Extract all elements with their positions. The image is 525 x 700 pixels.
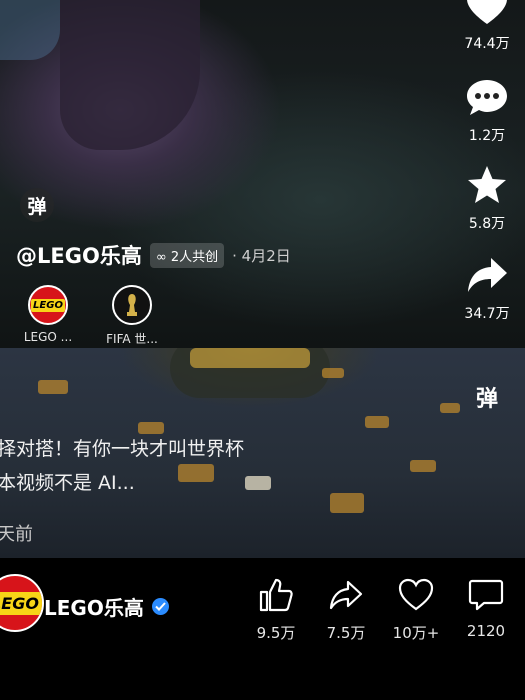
share-arrow-icon	[329, 580, 363, 610]
like-button[interactable]: 9.5万	[246, 578, 306, 643]
lego-piece	[440, 403, 460, 413]
comment-count: 1.2万	[468, 128, 506, 144]
video-caption: 择对搭！有你一块才叫世界杯	[0, 438, 245, 460]
favorite-button[interactable]: 10万+	[386, 578, 446, 643]
heart-outline-icon	[398, 578, 434, 611]
author-name[interactable]: @LEGO乐高	[16, 240, 142, 270]
profile-name-line[interactable]: LEGO乐高	[44, 592, 169, 621]
date-separator: ·	[232, 246, 237, 265]
verified-icon	[151, 598, 169, 615]
collaborator-lego[interactable]: LEGO LEGO ...	[18, 285, 78, 347]
top-video[interactable]: 弹 @LEGO乐高 ∞ 2人共创 · 4月2日 LEGO LEGO ... FI…	[0, 0, 525, 348]
share-button[interactable]: 7.5万	[316, 578, 376, 643]
comment-button[interactable]: 1.2万	[461, 78, 513, 145]
share-button[interactable]: 34.7万	[461, 256, 513, 323]
cocreate-badge[interactable]: ∞ 2人共创	[149, 242, 225, 268]
like-count: 9.5万	[256, 624, 296, 642]
lego-logo-text: LEGO	[0, 591, 42, 615]
share-count: 7.5万	[326, 624, 366, 642]
infinity-icon: ∞	[155, 249, 167, 265]
profile-name: LEGO乐高	[44, 596, 144, 620]
favorite-button[interactable]: 5.8万	[461, 164, 513, 233]
danmu-toggle-button[interactable]: 弹	[20, 188, 54, 222]
post-time: 天前	[0, 524, 33, 545]
heart-icon	[467, 0, 507, 24]
lego-piece	[178, 464, 214, 482]
lego-piece	[138, 422, 164, 434]
lego-piece	[365, 416, 389, 428]
comment-outline-icon	[468, 579, 504, 611]
fifa-trophy-icon	[112, 285, 152, 325]
thumbs-up-icon	[259, 578, 293, 612]
like-count: 74.4万	[464, 36, 510, 52]
lego-piece	[245, 476, 271, 490]
favorite-count: 10万+	[392, 624, 440, 642]
lego-piece	[410, 460, 436, 472]
star-icon	[468, 166, 506, 203]
date-text: 4月2日	[241, 246, 291, 265]
lego-piece	[330, 493, 364, 513]
collaborator-list: LEGO LEGO ... FIFA 世...	[18, 285, 162, 347]
danmu-label: 弹	[475, 387, 498, 412]
lego-piece	[38, 380, 68, 394]
share-count: 34.7万	[464, 306, 510, 322]
post-date: · 4月2日	[232, 245, 291, 266]
comment-button[interactable]: 2120	[456, 578, 516, 640]
video-shadow	[0, 0, 60, 60]
video-caption-more[interactable]: 本视频不是 AI...	[0, 468, 135, 495]
video-figure	[60, 0, 200, 150]
lego-logo-icon: LEGO	[28, 285, 68, 325]
video-object-highlight	[190, 348, 310, 368]
danmu-label: 弹	[27, 195, 47, 218]
cocreate-label: 2人共创	[170, 249, 219, 265]
like-button[interactable]: 74.4万	[461, 0, 513, 53]
comment-bubble-icon	[467, 80, 507, 115]
comment-count: 2120	[466, 622, 506, 640]
second-video[interactable]: 弹 择对搭！有你一块才叫世界杯 本视频不是 AI... 天前	[0, 348, 525, 558]
collaborator-name: FIFA 世...	[106, 332, 158, 346]
danmu-toggle-button[interactable]: 弹	[470, 380, 504, 414]
collaborator-name: LEGO ...	[23, 330, 73, 344]
collaborator-fifa[interactable]: FIFA 世...	[102, 285, 162, 347]
author-line: @LEGO乐高 ∞ 2人共创 · 4月2日	[16, 240, 291, 270]
favorite-count: 5.8万	[468, 216, 506, 232]
lego-piece	[322, 368, 344, 378]
share-arrow-icon	[468, 258, 507, 292]
